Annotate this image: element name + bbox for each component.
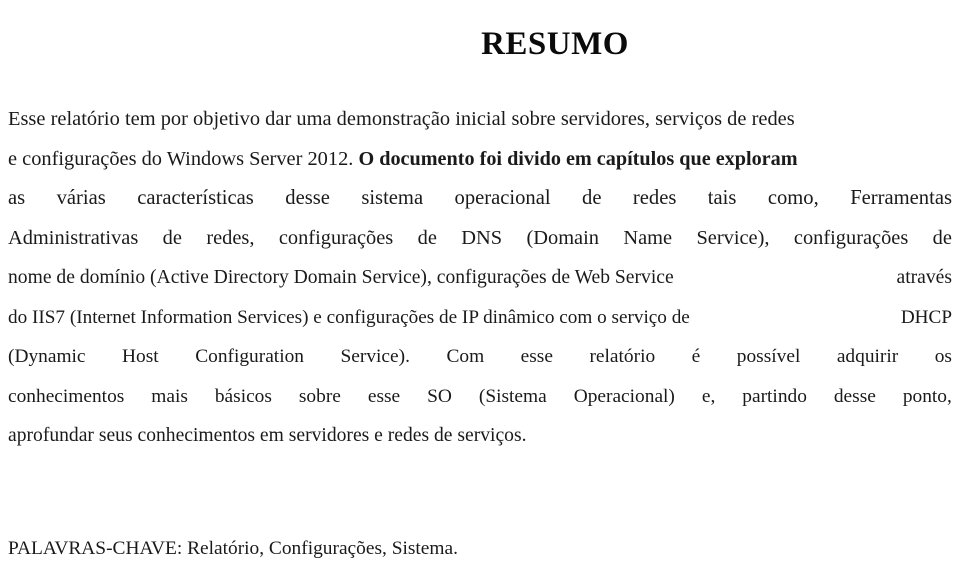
line-word: Com bbox=[446, 346, 485, 367]
line-word: características bbox=[137, 187, 254, 209]
line-word: os bbox=[934, 346, 952, 367]
line-word: redes bbox=[632, 187, 677, 209]
line-word: tais bbox=[707, 187, 737, 209]
line-word: esse bbox=[520, 346, 553, 367]
line-word: sobre bbox=[298, 385, 341, 407]
line-word: Ferramentas bbox=[850, 187, 952, 209]
paragraph-line: nome de domínio (Active Directory Domain… bbox=[8, 258, 952, 298]
line-word: várias bbox=[56, 187, 106, 209]
line-word: (Dynamic bbox=[8, 346, 86, 367]
line-word: esse bbox=[367, 385, 401, 407]
line-word: Service). bbox=[340, 346, 410, 367]
line-word: operacional bbox=[454, 187, 551, 209]
line-word: Operacional) bbox=[573, 385, 675, 407]
line-word: SO bbox=[427, 385, 452, 407]
paragraph-line: Esse relatório tem por objetivo dar uma … bbox=[8, 100, 952, 140]
line-word: (Domain bbox=[526, 226, 599, 249]
line-word: é bbox=[691, 346, 701, 367]
line-word: conhecimentos bbox=[8, 385, 125, 407]
line-text: Esse relatório tem por objetivo dar uma … bbox=[8, 108, 795, 130]
line-word: básicos bbox=[214, 385, 272, 407]
line-text-regular: e configurações do Windows Server 2012. bbox=[8, 147, 359, 170]
line-word: Name bbox=[623, 226, 673, 249]
abstract-body: Esse relatório tem por objetivo dar uma … bbox=[8, 100, 952, 456]
line-word: e, bbox=[701, 385, 716, 407]
line-word: de bbox=[582, 187, 602, 209]
line-word: Service), bbox=[696, 226, 770, 249]
line-word: desse bbox=[833, 385, 876, 407]
line-word: como, bbox=[767, 187, 819, 209]
line-word: Configuration bbox=[195, 346, 304, 367]
line-word: de bbox=[162, 226, 182, 249]
line-word: DNS bbox=[461, 226, 503, 249]
line-word: mais bbox=[151, 385, 188, 407]
line-word: partindo bbox=[742, 385, 807, 407]
line-word: desse bbox=[285, 187, 330, 209]
paragraph-line: do IIS7 (Internet Information Services) … bbox=[8, 298, 952, 338]
line-text: aprofundar seus conhecimentos em servido… bbox=[8, 425, 527, 446]
paragraph-line: e configurações do Windows Server 2012. … bbox=[8, 140, 952, 180]
page-title: RESUMO bbox=[481, 26, 629, 63]
paragraph-line: (Dynamic Host Configuration Service). Co… bbox=[8, 337, 952, 377]
keywords-line: PALAVRAS-CHAVE: Relatório, Configurações… bbox=[8, 536, 458, 562]
line-word: Administrativas bbox=[8, 226, 139, 249]
line-word: configurações bbox=[793, 226, 909, 249]
line-word: Host bbox=[122, 346, 159, 367]
paragraph-line: aprofundar seus conhecimentos em servido… bbox=[8, 416, 952, 456]
line-word: através bbox=[896, 267, 952, 288]
paragraph-line: as várias características desse sistema … bbox=[8, 179, 952, 219]
line-word: do IIS7 (Internet Information Services) … bbox=[8, 306, 690, 328]
line-word: as bbox=[8, 187, 26, 209]
document-page: RESUMO Esse relatório tem por objetivo d… bbox=[0, 0, 960, 575]
paragraph-line: Administrativas de redes, configurações … bbox=[8, 219, 952, 259]
line-word: possível bbox=[736, 346, 801, 367]
paragraph-line: conhecimentos mais básicos sobre esse SO… bbox=[8, 377, 952, 417]
line-word: redes, bbox=[206, 226, 255, 249]
line-word: DHCP bbox=[900, 306, 952, 328]
keywords-values: Relatório, Configurações, Sistema. bbox=[187, 538, 458, 559]
line-text-emphasis: O documento foi divido em capítulos que … bbox=[358, 147, 798, 170]
line-word: relatório bbox=[589, 346, 656, 367]
line-word: de bbox=[417, 226, 437, 249]
line-word: sistema bbox=[361, 187, 424, 209]
line-word: (Sistema bbox=[478, 385, 547, 407]
line-word: ponto, bbox=[902, 385, 952, 407]
line-word: nome de domínio (Active Directory Domain… bbox=[8, 267, 674, 288]
line-word: configurações bbox=[278, 226, 394, 249]
line-word: de bbox=[932, 226, 952, 249]
keywords-label: PALAVRAS-CHAVE: bbox=[8, 538, 183, 559]
line-word: adquirir bbox=[836, 346, 899, 367]
